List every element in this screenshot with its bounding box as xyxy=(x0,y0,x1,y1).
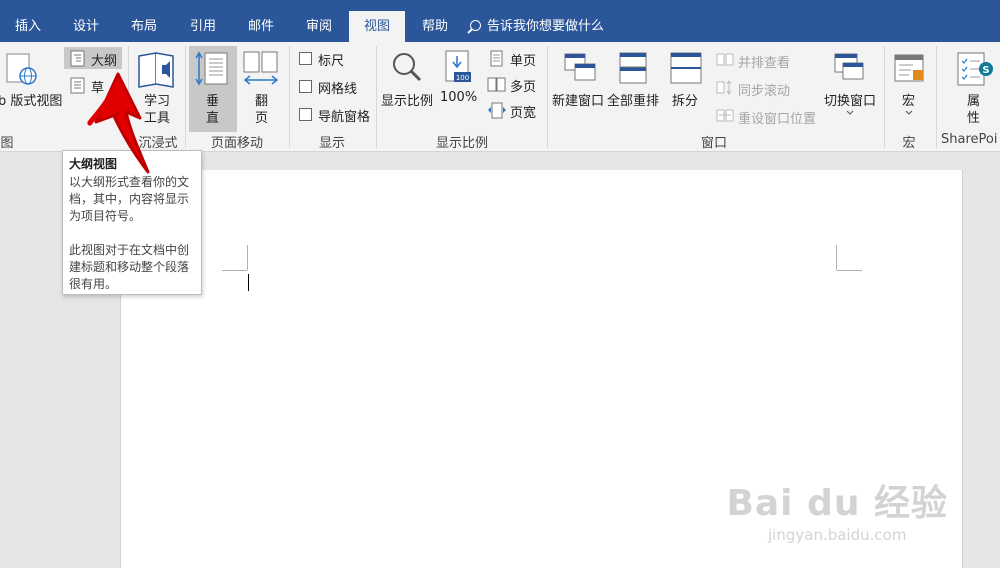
switch-windows-icon xyxy=(834,53,864,80)
page-width-button[interactable]: 页宽 xyxy=(510,102,536,121)
ruler-checkbox[interactable] xyxy=(299,52,312,65)
text-cursor xyxy=(248,274,249,291)
page-movement-group-label: 页面移动 xyxy=(210,136,263,151)
sync-scroll-button[interactable]: 同步滚动 xyxy=(738,80,790,99)
side-by-side-icon xyxy=(716,53,734,66)
properties-icon: S xyxy=(957,52,993,86)
margin-mark xyxy=(222,270,247,271)
annotation-arrow-icon xyxy=(87,72,150,174)
search-icon xyxy=(470,20,481,31)
split-icon xyxy=(670,52,702,84)
new-window-icon xyxy=(564,53,596,81)
switch-windows-button[interactable]: 切换窗口 xyxy=(824,90,876,109)
group-divider xyxy=(376,46,377,148)
macros-icon xyxy=(894,54,924,82)
show-group-label: 显示 xyxy=(318,136,345,151)
tab-view[interactable]: 视图 xyxy=(349,11,405,42)
watermark-brand: Bai du 经验 xyxy=(726,483,948,524)
tab-insert[interactable]: 插入 xyxy=(0,11,56,42)
new-window-button[interactable]: 新建窗口 xyxy=(552,90,604,109)
tab-layout[interactable]: 布局 xyxy=(116,11,172,42)
vertical-scroll-icon xyxy=(195,51,228,86)
nav-pane-label: 导航窗格 xyxy=(318,110,371,125)
group-divider xyxy=(936,46,937,148)
reset-position-button[interactable]: 重设窗口位置 xyxy=(738,108,816,127)
watermark: Bai du 经验 jingyan.baidu.com xyxy=(726,474,948,544)
vertical-line2[interactable]: 直 xyxy=(206,107,219,126)
web-layout-icon xyxy=(6,53,37,85)
split-button[interactable]: 拆分 xyxy=(672,90,698,109)
properties-line2[interactable]: 性 xyxy=(967,107,980,126)
arrange-all-button[interactable]: 全部重排 xyxy=(607,90,659,109)
tooltip-usage: 此视图对于在文档中创建标题和移动整个段落很有用。 xyxy=(69,243,190,291)
side-to-side-icon xyxy=(243,51,279,85)
web-layout-button[interactable]: b 版式视图 xyxy=(0,90,62,109)
zoom-100-button[interactable]: 100% xyxy=(440,90,477,105)
zoom-100-icon: 100 xyxy=(445,50,471,82)
multiple-pages-icon xyxy=(487,77,506,92)
margin-mark xyxy=(836,245,837,270)
tab-help[interactable]: 帮助 xyxy=(407,11,463,42)
window-group-label: 窗口 xyxy=(700,136,727,151)
margin-mark xyxy=(837,270,862,271)
margin-mark xyxy=(247,245,248,270)
sync-scroll-icon xyxy=(716,80,732,95)
watermark-url: jingyan.baidu.com xyxy=(768,526,907,544)
nav-pane-checkbox[interactable] xyxy=(299,108,312,121)
tab-mailings[interactable]: 邮件 xyxy=(233,11,289,42)
side-by-side-button[interactable]: 并排查看 xyxy=(738,52,790,71)
tab-review[interactable]: 审阅 xyxy=(291,11,347,42)
reset-position-icon xyxy=(716,109,734,122)
zoom-group-label: 显示比例 xyxy=(435,136,488,151)
ruler-label: 标尺 xyxy=(318,54,345,69)
macros-group-label: 宏 xyxy=(902,136,916,151)
chevron-down-icon xyxy=(846,110,854,115)
gridlines-label: 网格线 xyxy=(318,82,358,97)
sharepoint-group-label: SharePoi xyxy=(941,132,998,147)
one-page-icon xyxy=(490,50,503,67)
tab-references[interactable]: 引用 xyxy=(175,11,231,42)
page-width-icon xyxy=(488,102,506,119)
zoom-100-icon-text: 100 xyxy=(456,74,469,82)
ribbon-tab-bar: 插入 设计 布局 引用 邮件 审阅 视图 帮助 告诉我你想要做什么 xyxy=(0,0,1000,42)
svg-text:S: S xyxy=(982,65,989,76)
arrange-all-icon xyxy=(619,52,647,84)
zoom-button[interactable]: 显示比例 xyxy=(381,90,433,109)
tab-design[interactable]: 设计 xyxy=(58,11,114,42)
zoom-icon xyxy=(393,53,422,82)
macros-button[interactable]: 宏 xyxy=(902,90,915,109)
gridlines-checkbox[interactable] xyxy=(299,80,312,93)
tell-me-text: 告诉我你想要做什么 xyxy=(487,19,605,34)
tell-me-box[interactable]: 告诉我你想要做什么 xyxy=(470,11,604,42)
side-line2[interactable]: 页 xyxy=(255,107,268,126)
multiple-pages-button[interactable]: 多页 xyxy=(510,76,536,95)
one-page-button[interactable]: 单页 xyxy=(510,50,536,69)
chevron-down-icon xyxy=(905,110,913,115)
views-group-label: 图 xyxy=(0,136,14,151)
